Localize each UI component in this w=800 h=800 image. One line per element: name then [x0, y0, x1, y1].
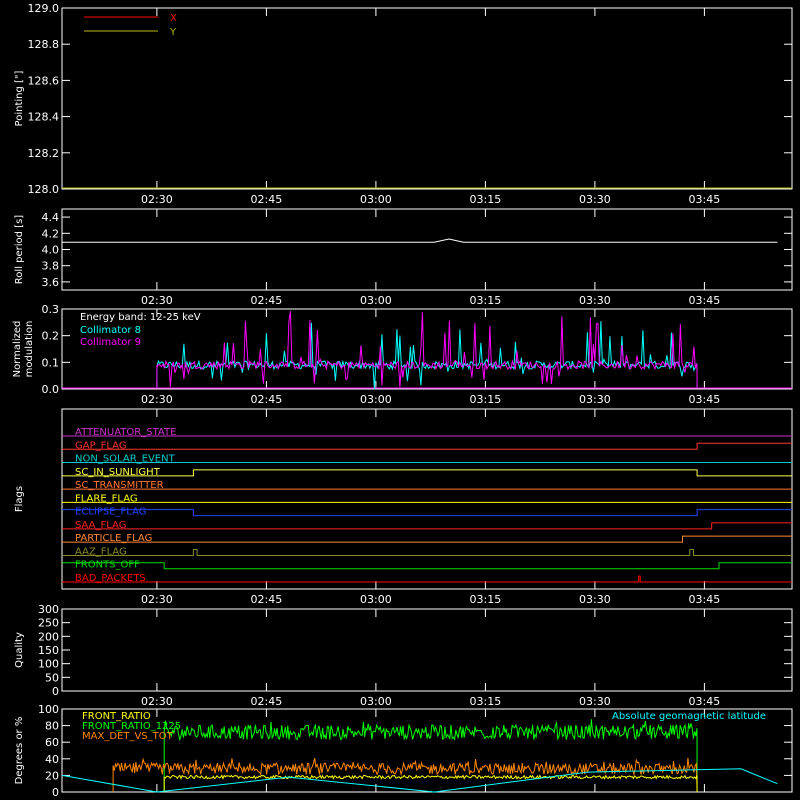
x-tick-label: 03:30	[579, 294, 611, 307]
y-tick-label: 0.3	[42, 303, 60, 316]
y-tick-label: 3.8	[42, 260, 60, 273]
chart-svg: 02:30 02:45 03:00 03:15 03:30 03:45 128.0 128.2…	[12, 2, 793, 799]
y-axis-label: Pointing ["]	[14, 70, 25, 126]
x-tick-label: 02:45	[251, 294, 283, 307]
y-tick-label: 128.0	[28, 183, 60, 196]
modulation-trace-collimator-9	[156, 311, 698, 389]
y-tick-label: 128.8	[28, 38, 60, 51]
x-tick-label: 02:45	[251, 393, 283, 406]
x-tick-label: 03:45	[689, 695, 721, 708]
x-tick-label: 03:30	[579, 193, 611, 206]
x-tick-label: 03:15	[470, 294, 502, 307]
x-tick-label: 03:00	[360, 294, 392, 307]
y-tick-label: 300	[38, 603, 59, 616]
y-tick-label: 0.2	[42, 330, 60, 343]
x-tick-label: 03:45	[689, 593, 721, 606]
energy-band-label: Energy band: 12-25 keV	[80, 312, 201, 323]
y-axis-label: Degrees or %	[14, 717, 25, 785]
ratio-trace-front-ratio-1225	[163, 719, 698, 793]
flag-line-gap_flag	[62, 442, 792, 450]
panel-roll: 02:30 02:45 03:00 03:15 03:30 03:45 3.6 3.8 4.0 4…	[14, 208, 793, 307]
x-tick-label: 02:45	[251, 593, 283, 606]
y-tick-label: 128.6	[28, 74, 60, 87]
y-tick-label: 20	[45, 769, 59, 782]
y-axis-label: Quality	[14, 632, 25, 668]
panel-ratios: 020406080100Degrees or %FRONT_RATIOFRONT…	[14, 703, 793, 799]
y-tick-label: 100	[38, 658, 59, 671]
x-tick-label: 03:45	[689, 393, 721, 406]
panel-frame	[61, 208, 793, 291]
legend-label-collimator: Collimator 9	[80, 337, 141, 348]
roll-period-line	[62, 238, 778, 243]
flag-line-aaz_flag	[62, 548, 792, 556]
panel-modulation: 02:30 02:45 03:00 03:15 03:30 03:45 0.0 0.1 0.2 0…	[12, 303, 793, 406]
flag-line-fronts_off	[62, 562, 792, 570]
y-tick-label: 40	[45, 753, 59, 766]
modulation-trace-collimator-8	[156, 321, 698, 389]
flag-line-particle_flag	[62, 535, 792, 543]
y-tick-label: 0	[52, 786, 59, 799]
y-tick-label: 0.0	[42, 383, 60, 396]
y-tick-label: 0.1	[42, 356, 60, 369]
flag-line-saa_flag	[62, 522, 792, 530]
y-axis-label: modulation	[24, 321, 35, 378]
panel-quality: 02:30 02:45 03:00 03:15 03:30 03:450501001502…	[14, 603, 793, 708]
x-tick-label: 03:00	[360, 393, 392, 406]
y-axis-label: Flags	[14, 486, 25, 512]
legend-label-collimator: Collimator 8	[80, 325, 141, 336]
panel-pointing: 02:30 02:45 03:00 03:15 03:30 03:45 128.0 128.2…	[14, 2, 793, 206]
y-tick-label: 200	[38, 630, 59, 643]
flag-label-eclipse_flag: ECLIPSE_FLAG	[75, 507, 146, 518]
flag-line-sc_in_sunlight	[62, 469, 792, 477]
y-tick-label: 100	[38, 703, 59, 716]
x-tick-label: 03:15	[470, 193, 502, 206]
y-tick-label: 128.4	[28, 111, 60, 124]
y-tick-label: 50	[45, 671, 59, 684]
panel-frame	[61, 608, 793, 692]
legend-label-Y: Y	[169, 27, 177, 38]
x-tick-label: 02:30	[141, 294, 173, 307]
y-tick-label: 60	[45, 736, 59, 749]
flag-line-eclipse_flag	[62, 509, 792, 517]
x-tick-label: 03:00	[360, 193, 392, 206]
x-tick-label: 03:00	[360, 593, 392, 606]
y-axis-label: Roll period [s]	[14, 215, 25, 284]
x-tick-label: 02:45	[251, 193, 283, 206]
y-tick-label: 0	[52, 685, 59, 698]
y-tick-label: 4.4	[42, 211, 60, 224]
y-tick-label: 129.0	[28, 2, 60, 15]
legend-label-X: X	[170, 13, 177, 24]
x-tick-label: 03:30	[579, 593, 611, 606]
legend-label-geomagnetic-latitude: Absolute geomagnetic latitude	[612, 711, 766, 722]
x-tick-label: 02:45	[251, 695, 283, 708]
x-tick-label: 03:30	[579, 695, 611, 708]
x-tick-label: 03:30	[579, 393, 611, 406]
panel-flags: 02:30 02:45 03:00 03:15 03:30 03:45FlagsATTEN…	[14, 408, 793, 606]
x-tick-label: 03:15	[470, 393, 502, 406]
x-tick-label: 03:45	[689, 294, 721, 307]
x-tick-label: 03:00	[360, 695, 392, 708]
y-tick-label: 128.2	[28, 147, 60, 160]
y-tick-label: 80	[45, 720, 59, 733]
chart-canvas: 02:30 02:45 03:00 03:15 03:30 03:45 128.0 128.2…	[0, 0, 800, 800]
flag-label-fronts_off: FRONTS_OFF	[75, 560, 140, 571]
y-tick-label: 3.6	[42, 276, 60, 289]
flag-line-bad_packets	[62, 575, 792, 583]
x-tick-label: 03:45	[689, 193, 721, 206]
y-axis-label: Normalized	[12, 321, 23, 378]
legend-label-ratio: MAX_DET_VS_TOT	[82, 731, 174, 742]
ratio-trace-front-ratio	[163, 774, 698, 793]
x-tick-label: 02:30	[141, 695, 173, 708]
x-tick-label: 02:30	[141, 193, 173, 206]
y-tick-label: 250	[38, 617, 59, 630]
x-tick-label: 02:30	[141, 593, 173, 606]
x-tick-label: 03:15	[470, 593, 502, 606]
y-tick-label: 150	[38, 644, 59, 657]
x-tick-label: 02:30	[141, 393, 173, 406]
x-tick-label: 03:15	[470, 695, 502, 708]
y-tick-label: 4.0	[42, 244, 60, 257]
y-tick-label: 4.2	[42, 227, 60, 240]
